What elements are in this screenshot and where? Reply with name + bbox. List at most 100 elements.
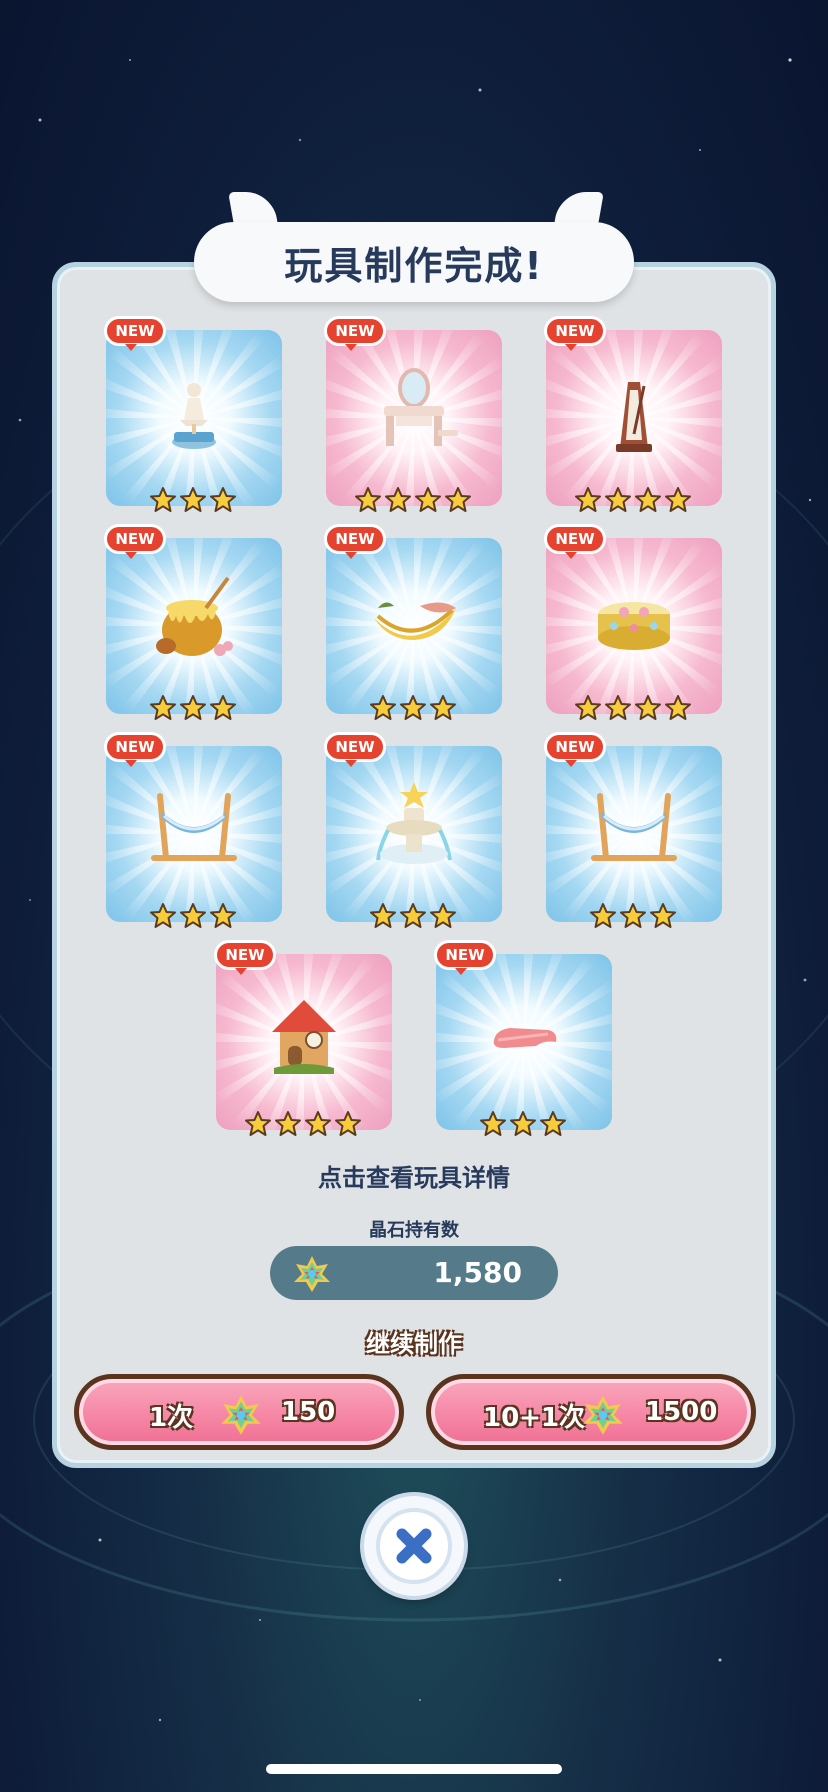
rating-star-icon <box>400 903 426 928</box>
rating-star-icon <box>210 487 236 512</box>
hammock-icon <box>151 793 237 861</box>
rating-star-icon <box>575 695 601 720</box>
star-rating <box>574 694 692 722</box>
rating-star-icon <box>150 903 176 928</box>
rating-star-icon <box>180 487 206 512</box>
rating-star-icon <box>385 487 411 512</box>
close-button[interactable] <box>364 1496 464 1596</box>
jewel-box-icon <box>598 602 670 650</box>
new-badge: NEW <box>104 316 166 351</box>
rating-star-icon <box>605 487 631 512</box>
rating-star-icon <box>480 1111 506 1136</box>
page-title: 玩具制作完成! <box>284 243 544 288</box>
toy-card[interactable] <box>326 330 502 506</box>
hammock-icon <box>591 793 677 861</box>
rainbow-crystal-icon <box>221 1395 261 1435</box>
close-button-inner <box>376 1508 452 1584</box>
close-icon <box>396 1528 432 1564</box>
vanity-table-icon <box>384 368 458 446</box>
rating-star-icon <box>635 487 661 512</box>
rating-star-icon <box>305 1111 331 1136</box>
toy-card[interactable] <box>106 538 282 714</box>
rating-star-icon <box>650 903 676 928</box>
toy-card[interactable] <box>216 954 392 1130</box>
rating-star-icon <box>430 903 456 928</box>
view-details-hint[interactable]: 点击查看玩具详情 <box>0 1158 828 1193</box>
new-badge: NEW <box>544 524 606 559</box>
metronome-icon <box>616 382 652 452</box>
rating-star-icon <box>355 487 381 512</box>
rating-star-icon <box>665 487 691 512</box>
new-badge: NEW <box>544 732 606 767</box>
rating-star-icon <box>415 487 441 512</box>
title-tab: 玩具制作完成! <box>194 222 634 302</box>
craft-ten-plus-one-button[interactable]: 10+1次 1500 <box>426 1374 756 1450</box>
rating-star-icon <box>245 1111 271 1136</box>
star-rating <box>149 486 237 514</box>
new-badge: NEW <box>324 732 386 767</box>
rainbow-crystal-icon <box>294 1256 330 1292</box>
star-rating <box>479 1110 567 1138</box>
rating-star-icon <box>590 903 616 928</box>
star-rating <box>149 902 237 930</box>
craft-once-cost: 150 <box>281 1397 336 1427</box>
star-rating <box>369 902 457 930</box>
banana-boat-icon <box>374 602 456 640</box>
star-rating <box>354 486 472 514</box>
craft-once-button[interactable]: 1次 150 <box>74 1374 404 1450</box>
pink-mat-icon <box>493 1028 557 1048</box>
rating-star-icon <box>430 695 456 720</box>
star-rating <box>244 1110 362 1138</box>
new-badge: NEW <box>434 940 496 975</box>
toy-card[interactable] <box>106 746 282 922</box>
rating-star-icon <box>150 487 176 512</box>
new-badge: NEW <box>544 316 606 351</box>
craft-once-label: 1次 <box>149 1403 194 1433</box>
new-badge: NEW <box>324 316 386 351</box>
rating-star-icon <box>370 695 396 720</box>
rating-star-icon <box>510 1111 536 1136</box>
toy-card[interactable] <box>546 330 722 506</box>
new-badge: NEW <box>324 524 386 559</box>
honey-pot-icon <box>156 576 233 656</box>
toy-card[interactable] <box>326 746 502 922</box>
continue-crafting-label: 继续制作 <box>366 1330 462 1358</box>
rating-star-icon <box>575 487 601 512</box>
rating-star-icon <box>635 695 661 720</box>
craft-ten-label: 10+1次 <box>483 1403 586 1433</box>
crystal-balance: 1,580 <box>270 1246 558 1300</box>
rating-star-icon <box>210 903 236 928</box>
rating-star-icon <box>605 695 631 720</box>
crystal-label: 晶石持有数 <box>369 1220 459 1241</box>
star-rating <box>149 694 237 722</box>
toy-card[interactable] <box>106 330 282 506</box>
new-badge: NEW <box>214 940 276 975</box>
toy-card[interactable] <box>546 746 722 922</box>
rating-star-icon <box>620 903 646 928</box>
star-rating <box>369 694 457 722</box>
toy-card[interactable] <box>326 538 502 714</box>
star-rating <box>589 902 677 930</box>
ballerina-music-box-icon <box>172 383 216 449</box>
craft-ten-cost: 1500 <box>645 1397 718 1427</box>
new-badge: NEW <box>104 732 166 767</box>
toy-card[interactable] <box>546 538 722 714</box>
home-indicator[interactable] <box>266 1764 562 1774</box>
rating-star-icon <box>180 695 206 720</box>
fountain-icon <box>376 782 452 864</box>
rating-star-icon <box>180 903 206 928</box>
toy-card[interactable] <box>436 954 612 1130</box>
rating-star-icon <box>445 487 471 512</box>
rating-star-icon <box>665 695 691 720</box>
star-rating <box>574 486 692 514</box>
rating-star-icon <box>370 903 396 928</box>
rating-star-icon <box>400 695 426 720</box>
rating-star-icon <box>150 695 176 720</box>
new-badge: NEW <box>104 524 166 559</box>
cuckoo-house-icon <box>272 1000 336 1074</box>
rating-star-icon <box>540 1111 566 1136</box>
rainbow-crystal-icon <box>583 1395 623 1435</box>
rating-star-icon <box>335 1111 361 1136</box>
crystal-count: 1,580 <box>433 1256 522 1289</box>
rating-star-icon <box>210 695 236 720</box>
